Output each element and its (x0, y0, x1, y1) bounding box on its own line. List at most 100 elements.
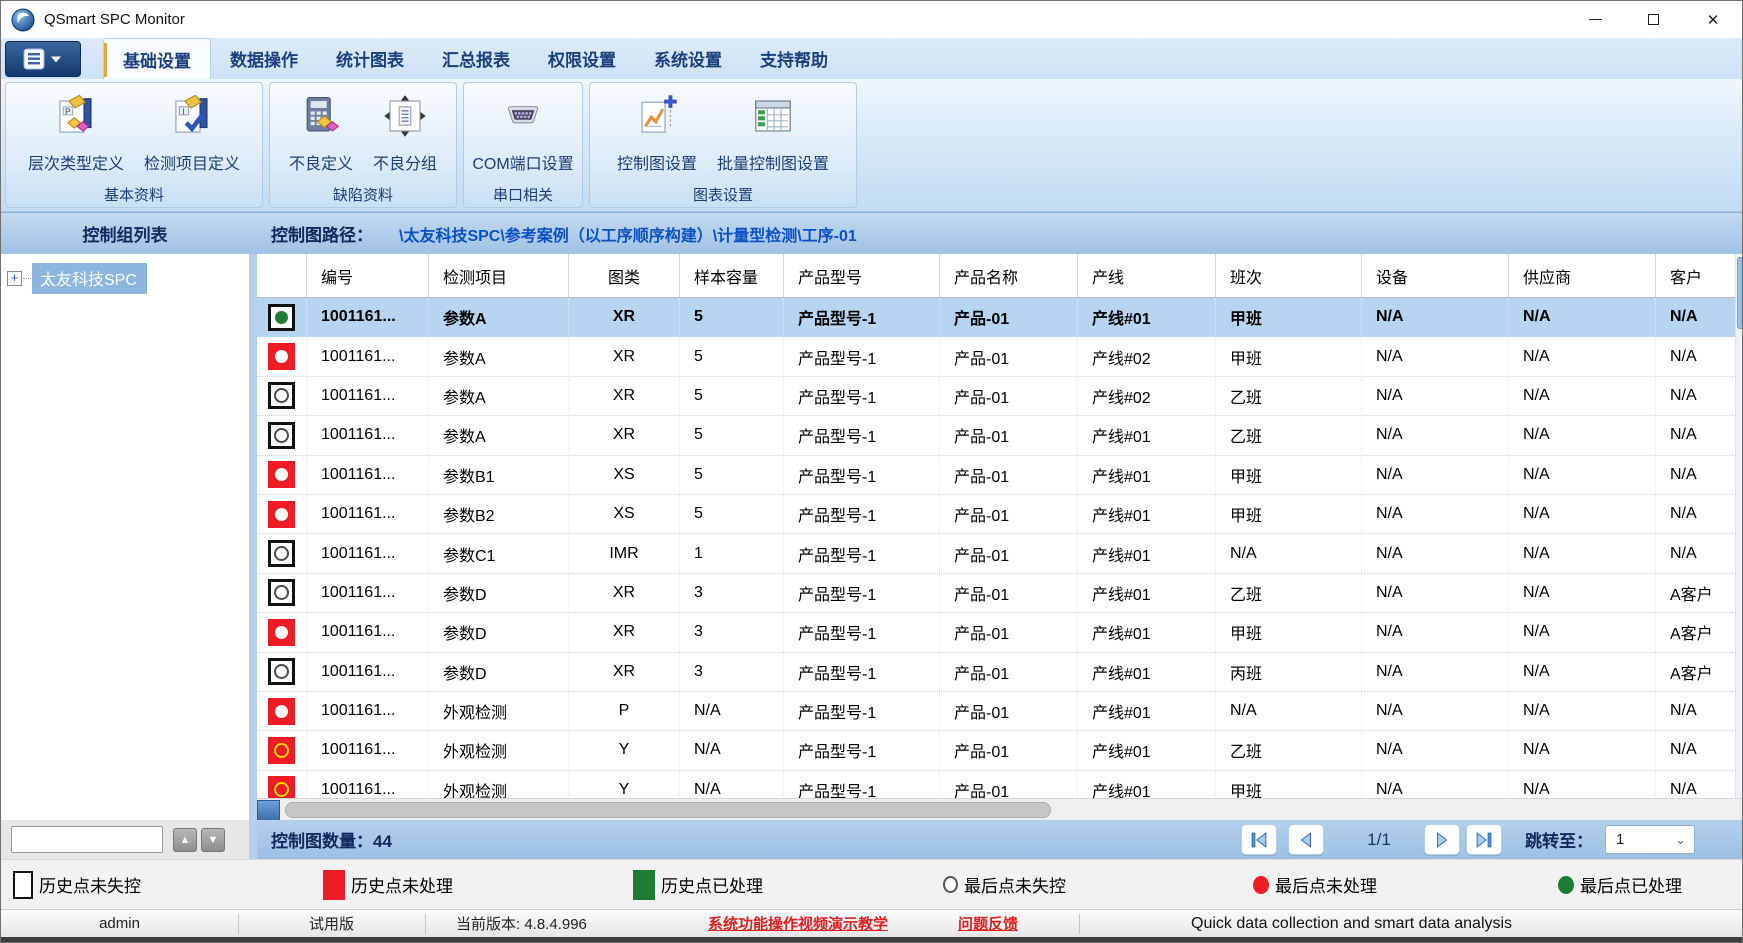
column-header-chart-type[interactable]: 图类 (569, 254, 680, 297)
defect-group-button[interactable]: 不良分组 (367, 91, 443, 183)
cell-shift: 乙班 (1216, 377, 1362, 415)
tab-statistics-charts[interactable]: 统计图表 (317, 38, 423, 79)
status-icon-ring (268, 579, 295, 606)
tree-search-input[interactable] (11, 826, 163, 853)
column-header-sample-size[interactable]: 样本容量 (680, 254, 784, 297)
cell-product-name: 产品-01 (940, 377, 1078, 415)
search-up-button[interactable]: ▲ (173, 828, 197, 852)
scroll-left-button[interactable] (257, 800, 280, 821)
table-row[interactable]: 1001161...参数AXR5产品型号-1产品-01产线#02乙班N/AN/A… (257, 377, 1743, 416)
table-row[interactable]: 1001161...参数B2XS5产品型号-1产品-01产线#01甲班N/AN/… (257, 495, 1743, 534)
table-row[interactable]: 1001161...参数DXR3产品型号-1产品-01产线#01丙班N/AN/A… (257, 653, 1743, 692)
column-header-product-model[interactable]: 产品型号 (784, 254, 940, 297)
svg-text:P: P (65, 107, 70, 116)
table-row[interactable]: 1001161...参数DXR3产品型号-1产品-01产线#01甲班N/AN/A… (257, 613, 1743, 652)
com-port-settings-button[interactable]: COM端口设置 (466, 91, 579, 183)
status-icon-red-dot (268, 698, 295, 725)
tab-support-help[interactable]: 支持帮助 (741, 38, 847, 79)
cell-equipment: N/A (1362, 298, 1509, 336)
cell-sample-size: 5 (680, 298, 784, 336)
table-row[interactable]: 1001161...参数B1XS5产品型号-1产品-01产线#01甲班N/AN/… (257, 456, 1743, 495)
search-down-button[interactable]: ▼ (201, 828, 225, 852)
table-body: 1001161...参数AXR5产品型号-1产品-01产线#01甲班N/AN/A… (257, 298, 1743, 798)
column-header-equipment[interactable]: 设备 (1362, 254, 1509, 297)
cell-inspection-item: 参数A (429, 377, 569, 415)
table-row[interactable]: 1001161...参数C1IMR1产品型号-1产品-01产线#01N/AN/A… (257, 534, 1743, 573)
table-row[interactable]: 1001161...参数AXR5产品型号-1产品-01产线#02甲班N/AN/A… (257, 337, 1743, 376)
tree-expander-icon[interactable]: + (7, 271, 22, 286)
horizontal-scrollbar[interactable] (257, 798, 1743, 820)
tab-data-operations[interactable]: 数据操作 (211, 38, 317, 79)
legend-label: 历史点未处理 (351, 872, 453, 897)
tab-summary-reports[interactable]: 汇总报表 (423, 38, 529, 79)
cell-supplier: N/A (1509, 574, 1656, 612)
column-header-production-line[interactable]: 产线 (1078, 254, 1216, 297)
table-row[interactable]: 1001161...参数DXR3产品型号-1产品-01产线#01乙班N/AN/A… (257, 574, 1743, 613)
control-group-list-title: 控制组列表 (1, 213, 249, 254)
column-header-code[interactable]: 编号 (307, 254, 429, 297)
cell-sample-size: 3 (680, 613, 784, 651)
tree-item-root[interactable]: + 太友科技SPC (7, 264, 147, 292)
path-bar: 控制组列表 控制图路径： \太友科技SPC\参考案例（以工序顺序构建）\计量型检… (1, 212, 1742, 254)
cell-inspection-item: 外观检测 (429, 692, 569, 730)
ribbon-button-label: 控制图设置 (617, 150, 697, 174)
cell-chart-type: XR (569, 337, 680, 375)
cell-supplier: N/A (1509, 613, 1656, 651)
status-icon-ring (268, 382, 295, 409)
previous-page-button[interactable] (1288, 824, 1324, 855)
maximize-button[interactable] (1624, 1, 1682, 38)
minimize-button[interactable] (1566, 1, 1624, 38)
maximize-icon (1648, 14, 1659, 25)
hierarchy-type-define-button[interactable]: P层次类型定义 (22, 91, 130, 183)
tab-basic-settings[interactable]: 基础设置 (103, 38, 211, 79)
cell-chart-type: XR (569, 377, 680, 415)
table-row[interactable]: 1001161...参数AXR5产品型号-1产品-01产线#01乙班N/AN/A… (257, 416, 1743, 455)
column-header-shift[interactable]: 班次 (1216, 254, 1362, 297)
defect-define-button[interactable]: 不良定义 (283, 91, 359, 183)
cell-product-model: 产品型号-1 (784, 495, 940, 533)
tab-permission-settings[interactable]: 权限设置 (529, 38, 635, 79)
vertical-scrollbar-thumb[interactable] (1737, 257, 1743, 329)
control-chart-settings-button[interactable]: 控制图设置 (611, 91, 703, 183)
inspection-item-icon: I (169, 93, 215, 144)
sidebar-splitter[interactable] (249, 254, 257, 820)
video-tutorial-link[interactable]: 系统功能操作视频演示教学 (708, 910, 888, 937)
next-page-button[interactable] (1424, 824, 1460, 855)
footer-splitter (249, 820, 257, 859)
inspection-item-define-button[interactable]: I检测项目定义 (138, 91, 246, 183)
app-window: QSmart SPC Monitor ✕ 基础设置数据操作统计图表汇总报表权限设… (0, 0, 1743, 943)
cell-product-name: 产品-01 (940, 534, 1078, 572)
column-header-product-name[interactable]: 产品名称 (940, 254, 1078, 297)
green-circle-icon (1558, 876, 1574, 894)
cell-equipment: N/A (1362, 692, 1509, 730)
cell-customer: N/A (1656, 456, 1743, 494)
horizontal-scrollbar-thumb[interactable] (285, 802, 1051, 818)
cell-inspection-item: 参数D (429, 574, 569, 612)
column-header-supplier[interactable]: 供应商 (1509, 254, 1656, 297)
table-row[interactable]: 1001161...参数AXR5产品型号-1产品-01产线#01甲班N/AN/A… (257, 298, 1743, 337)
column-header-inspection-item[interactable]: 检测项目 (429, 254, 569, 297)
chart-path-value: \太友科技SPC\参考案例（以工序顺序构建）\计量型检测\工序-01 (399, 213, 857, 254)
tab-system-settings[interactable]: 系统设置 (635, 38, 741, 79)
close-button[interactable]: ✕ (1684, 1, 1742, 38)
first-page-button[interactable] (1241, 824, 1277, 855)
table-row[interactable]: 1001161...外观检测YN/A产品型号-1产品-01产线#01乙班N/AN… (257, 731, 1743, 770)
cell-customer: N/A (1656, 298, 1743, 336)
table-row[interactable]: 1001161...外观检测PN/A产品型号-1产品-01产线#01N/AN/A… (257, 692, 1743, 731)
column-header-customer[interactable]: 客户 (1656, 254, 1743, 297)
table-row[interactable]: 1001161...外观检测YN/A产品型号-1产品-01产线#01甲班N/AN… (257, 771, 1743, 798)
com-port-icon (500, 93, 546, 144)
last-page-button[interactable] (1466, 824, 1502, 855)
cell-equipment: N/A (1362, 731, 1509, 769)
cell-inspection-item: 参数D (429, 653, 569, 691)
app-menu-icon (20, 47, 66, 71)
feedback-link[interactable]: 问题反馈 (958, 910, 1018, 937)
cell-equipment: N/A (1362, 574, 1509, 612)
cell-product-model: 产品型号-1 (784, 653, 940, 691)
batch-control-chart-settings-button[interactable]: 批量控制图设置 (711, 91, 835, 183)
column-header-status[interactable] (257, 254, 307, 297)
vertical-scrollbar[interactable] (1735, 254, 1743, 798)
cell-inspection-item: 参数D (429, 613, 569, 651)
app-menu-button[interactable] (5, 41, 81, 77)
jump-page-select[interactable]: 1 ⌄ (1605, 825, 1695, 854)
